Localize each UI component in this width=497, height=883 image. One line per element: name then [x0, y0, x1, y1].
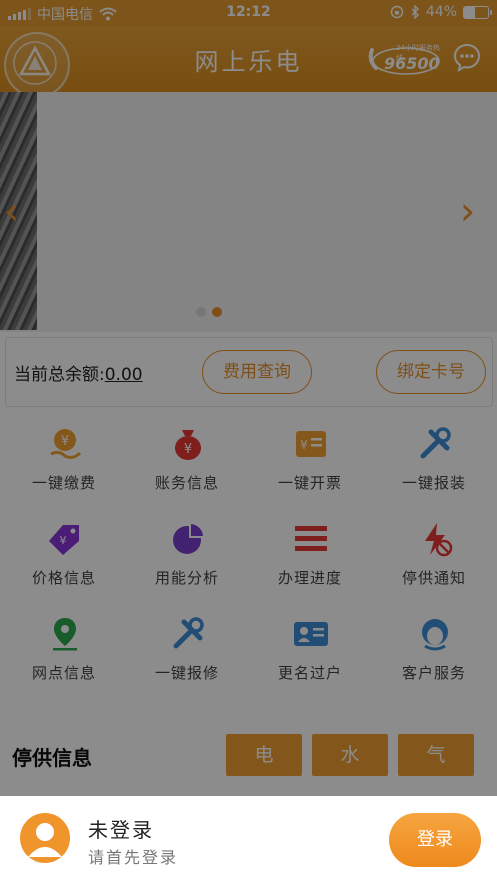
- login-status-subtitle: 请首先登录: [88, 848, 179, 867]
- login-button[interactable]: 登录: [389, 813, 481, 867]
- user-icon: [28, 823, 62, 857]
- avatar[interactable]: [20, 813, 70, 863]
- login-status-title: 未登录: [88, 818, 154, 842]
- modal-overlay[interactable]: [0, 0, 497, 796]
- login-bar: 未登录 请首先登录 登录: [0, 796, 497, 883]
